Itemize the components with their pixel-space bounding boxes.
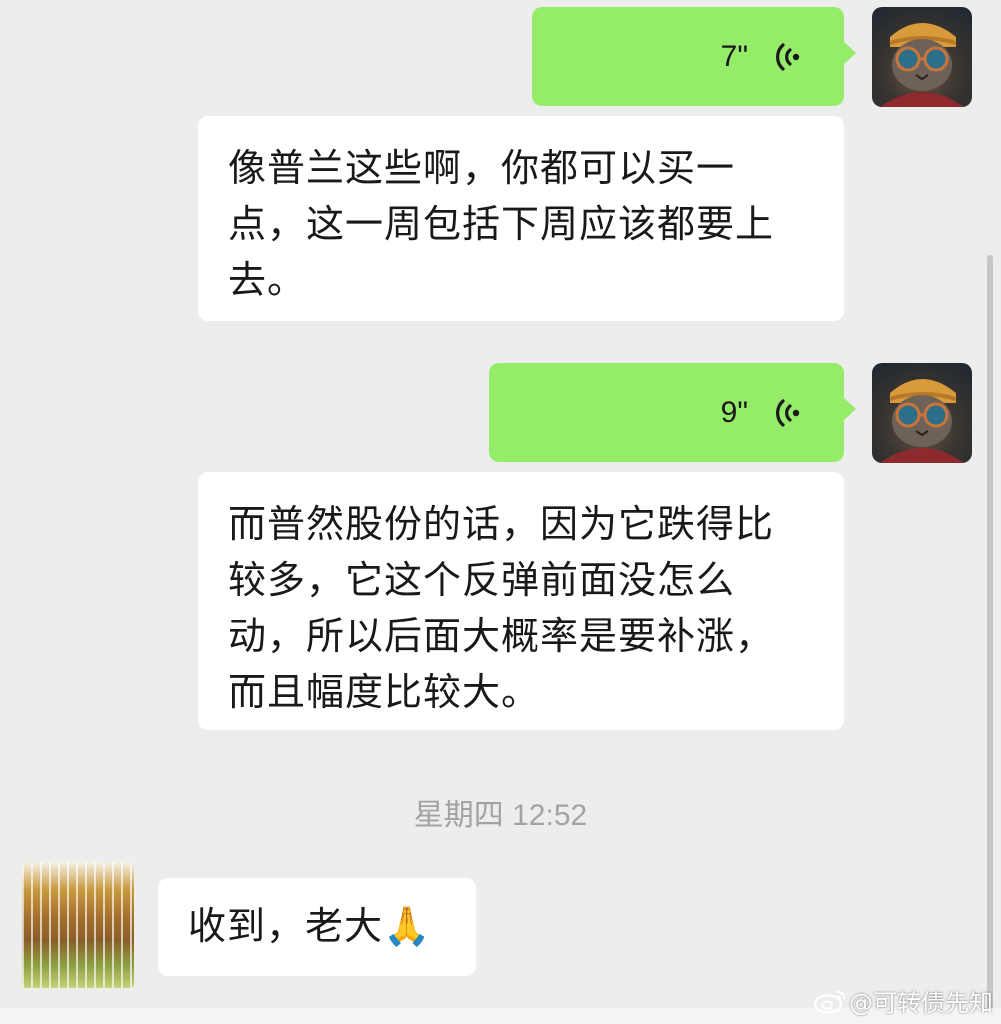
self-avatar[interactable]	[872, 363, 972, 463]
message-line: 点，这一周包括下周应该都要上	[228, 202, 775, 246]
message-line: 动，所以后面大概率是要补涨，	[228, 614, 775, 658]
voice-wave-icon	[776, 42, 800, 71]
text-message-bubble[interactable]: 像普兰这些啊，你都可以买一 点，这一周包括下周应该都要上 去。	[198, 116, 844, 321]
voice-message-bubble[interactable]: 7"	[532, 7, 856, 106]
message-line: 而且幅度比较大。	[228, 670, 541, 714]
message-line: 收到，老大🙏	[188, 904, 432, 948]
voice-message-bubble[interactable]: 9"	[489, 363, 856, 462]
watermark: @可转债先知	[813, 983, 993, 1018]
message-line: 而普然股份的话，因为它跌得比	[228, 502, 775, 546]
message-line: 较多，它这个反弹前面没怎么	[228, 558, 736, 602]
contact-avatar[interactable]	[22, 862, 134, 988]
received-text-bubble[interactable]: 收到，老大🙏	[158, 878, 476, 976]
watermark-text: @可转债先知	[849, 989, 993, 1017]
voice-duration: 7"	[720, 39, 748, 73]
text-message-bubble[interactable]: 而普然股份的话，因为它跌得比 较多，它这个反弹前面没怎么 动，所以后面大概率是要…	[198, 472, 844, 730]
chat-timestamp: 星期四 12:52	[413, 799, 588, 832]
voice-wave-icon	[776, 398, 800, 427]
cat-with-glasses-icon	[880, 23, 964, 107]
message-line: 去。	[228, 258, 307, 302]
weibo-icon	[813, 990, 846, 1014]
message-line: 像普兰这些啊，你都可以买一	[228, 146, 736, 190]
self-avatar[interactable]	[872, 7, 972, 107]
chat-scrollbar[interactable]	[987, 255, 993, 1015]
voice-duration: 9"	[720, 395, 748, 429]
cat-with-glasses-icon	[880, 379, 964, 463]
